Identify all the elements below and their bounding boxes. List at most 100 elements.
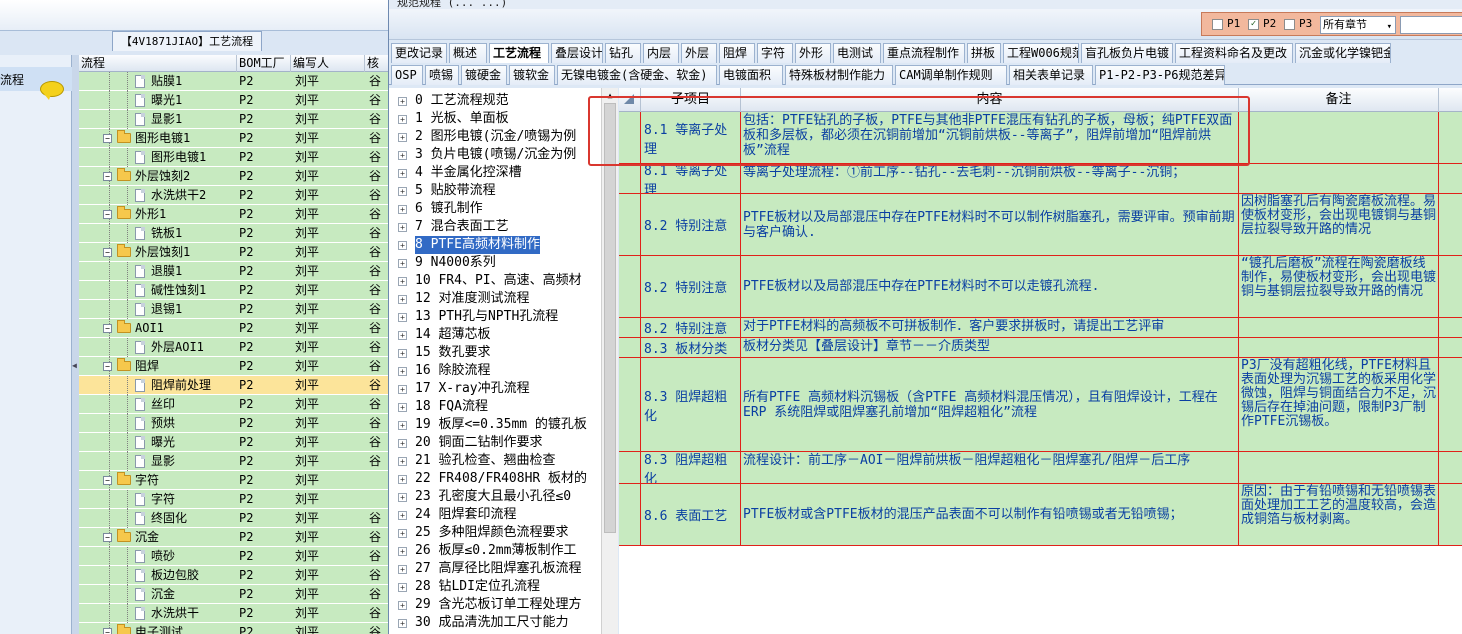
expand-icon[interactable]: + [398,421,407,430]
expand-icon[interactable]: + [398,133,407,142]
tab-item[interactable]: 工程资料命名及更改 [1175,43,1293,63]
collapse-icon[interactable]: − [103,172,112,181]
expand-icon[interactable]: + [398,475,407,484]
content-cell[interactable]: PTFE板材以及局部混压中存在PTFE材料时不可以制作树脂塞孔，需要评审。预审前… [741,194,1239,256]
expand-icon[interactable]: + [398,97,407,106]
table-row[interactable]: − 字符 P2 刘平 [79,471,388,490]
tab-item[interactable]: CAM调单制作规则 [895,65,1007,85]
tab-item[interactable]: 电测试 [833,43,881,63]
expand-icon[interactable]: + [398,439,407,448]
note-cell[interactable] [1239,452,1439,484]
collapse-icon[interactable]: − [103,134,112,143]
tab-item[interactable]: 沉金或化学镍钯金 [1295,43,1391,63]
expand-icon[interactable]: + [398,241,407,250]
collapse-icon[interactable]: − [103,628,112,634]
table-row[interactable]: 终固化P2刘平谷科 [79,509,388,544]
collapse-icon[interactable]: − [103,533,112,542]
tab-item[interactable]: 盲孔板负片电镀 [1081,43,1173,63]
expand-icon[interactable]: + [398,565,407,574]
col-header-bom[interactable]: BOM工厂 [237,55,291,72]
expand-icon[interactable]: + [398,349,407,358]
content-cell[interactable]: 等离子处理流程：①前工序--钻孔--去毛刺--沉铜前烘板--等离子--沉铜； [741,164,1239,194]
tab-item[interactable]: 重点流程制作 [883,43,965,63]
tab-item[interactable]: 电镀面积 [719,65,783,85]
content-cell[interactable]: PTFE板材以及局部混压中存在PTFE材料时不可以走镀孔流程. [741,256,1239,318]
table-row[interactable]: − 电子测试 P2 刘平 谷科 [79,623,388,634]
table-row[interactable]: 8.2 特别注意 对于PTFE材料的高频板不可拼板制作．客户要求拼板时，请提出工艺… [619,318,1462,338]
tree-scrollbar[interactable]: ▲ [601,88,618,634]
table-row[interactable]: 字符 P2 刘平 [79,490,388,509]
tab-item[interactable]: 无镍电镀金(含硬金、软金) [557,65,717,85]
expand-icon[interactable]: + [398,295,407,304]
collapse-icon[interactable]: − [103,248,112,257]
tab-item[interactable]: 更改记录 [391,43,447,63]
tab-item[interactable]: 阻焊 [719,43,755,63]
side-item-flow[interactable]: 流程 [0,67,72,100]
subitem-cell[interactable]: 8.2 特别注意 [641,194,741,256]
table-row[interactable]: 显影1P2刘平谷科 [79,110,388,145]
tab-item[interactable]: 概述 [449,43,487,63]
note-cell[interactable] [1239,318,1439,338]
table-row[interactable]: 沉金P2刘平谷科 [79,585,388,620]
expand-icon[interactable]: + [398,331,407,340]
tab-item[interactable]: 外层 [681,43,717,63]
note-cell[interactable]: P3厂没有超粗化线，PTFE材料且表面处理为沉锡工艺的板采用化学微蚀，阻焊与铜面… [1239,358,1439,452]
tab-item[interactable]: 镀硬金 [461,65,507,85]
table-row[interactable]: 曝光1P2刘平谷科 [79,91,388,126]
note-cell[interactable] [1239,164,1439,194]
tab-item[interactable]: 工艺流程 [489,43,549,63]
table-row[interactable]: −外层蚀刻1P2刘平谷科 [79,243,388,278]
collapse-icon[interactable]: − [103,362,112,371]
note-cell[interactable] [1239,338,1439,358]
table-row[interactable]: 板边包胶P2刘平谷科 [79,566,388,601]
table-row[interactable]: 外层AOI1P2刘平谷科 [79,338,388,373]
expand-icon[interactable]: + [398,619,407,628]
subitem-cell[interactable]: 8.2 特别注意 [641,318,741,338]
table-row[interactable]: −外层蚀刻2P2刘平谷科 [79,167,388,202]
table-row[interactable]: −阻焊P2刘平谷科 [79,357,388,392]
content-cell[interactable]: 所有PTFE 高频材料沉锡板（含PTFE 高频材料混压情况），且有阻焊设计，工程… [741,358,1239,452]
table-row[interactable]: 退膜1P2刘平谷科 [79,262,388,297]
col-header-check[interactable]: 核 [365,55,388,72]
expand-icon[interactable]: + [398,115,407,124]
tab-item[interactable]: 叠层设计 [551,43,603,63]
tab-item[interactable]: 钻孔 [605,43,641,63]
table-row[interactable]: 8.3 板材分类 板材分类见【叠层设计】章节－－介质类型 [619,338,1462,358]
tab-item[interactable]: 相关表单记录 [1009,65,1093,85]
table-row[interactable]: 喷砂P2刘平谷科 [79,547,388,582]
expand-icon[interactable]: + [398,385,407,394]
table-row[interactable]: 水洗烘干P2刘平谷科 [79,604,388,634]
subitem-cell[interactable]: 8.6 表面工艺 [641,484,741,546]
table-row[interactable]: 8.1 等离子处理 等离子处理流程：①前工序--钻孔--去毛刺--沉铜前烘板--等… [619,164,1462,194]
content-cell[interactable]: PTFE板材或含PTFE板材的混压产品表面不可以制作有铅喷锡或者无铅喷锡； [741,484,1239,546]
collapse-icon[interactable]: − [103,324,112,333]
tab-item[interactable]: OSP [391,65,423,85]
col-header-writer[interactable]: 编写人 [291,55,365,72]
table-row[interactable]: 图形电镀1P2刘平谷科 [79,148,388,183]
tab-item[interactable]: 镀软金 [509,65,555,85]
table-row[interactable]: −AOI1P2刘平谷科 [79,319,388,354]
expand-icon[interactable]: + [398,583,407,592]
collapse-icon[interactable]: − [103,476,112,485]
table-row[interactable]: 8.2 特别注意 PTFE板材以及局部混压中存在PTFE材料时不可以制作树脂塞孔，… [619,194,1462,256]
table-row[interactable]: 曝光P2刘平谷科 [79,433,388,468]
tab-item[interactable]: 字符 [757,43,793,63]
table-row[interactable]: 预烘P2刘平谷科 [79,414,388,449]
col-header-note[interactable]: 备注 [1239,88,1439,112]
tab-item[interactable]: 内层 [643,43,679,63]
content-cell[interactable]: 流程设计：前工序－AOI－阻焊前烘板－阻焊超粗化－阻焊塞孔/阻焊－后工序 [741,452,1239,484]
table-row[interactable]: −图形电镀1P2刘平谷科 [79,129,388,164]
content-cell[interactable]: 板材分类见【叠层设计】章节－－介质类型 [741,338,1239,358]
table-row[interactable]: 贴膜1P2刘平谷科 [79,72,388,107]
note-cell[interactable]: 原因：由于有铅喷锡和无铅喷锡表面处理加工工艺的温度较高，会造成铜箔与板材剥离。 [1239,484,1439,546]
scroll-thumb[interactable] [604,103,616,533]
p2-checkbox[interactable]: ✓ [1248,19,1259,30]
tab-item[interactable]: 喷锡 [425,65,459,85]
expand-icon[interactable]: + [398,277,407,286]
p1-checkbox[interactable] [1212,19,1223,30]
table-row[interactable]: 8.3 阻焊超粗化 所有PTFE 高频材料沉锡板（含PTFE 高频材料混压情况），… [619,358,1462,452]
expand-icon[interactable]: + [398,223,407,232]
expand-icon[interactable]: + [398,367,407,376]
expand-icon[interactable]: + [398,601,407,610]
expand-icon[interactable]: + [398,169,407,178]
